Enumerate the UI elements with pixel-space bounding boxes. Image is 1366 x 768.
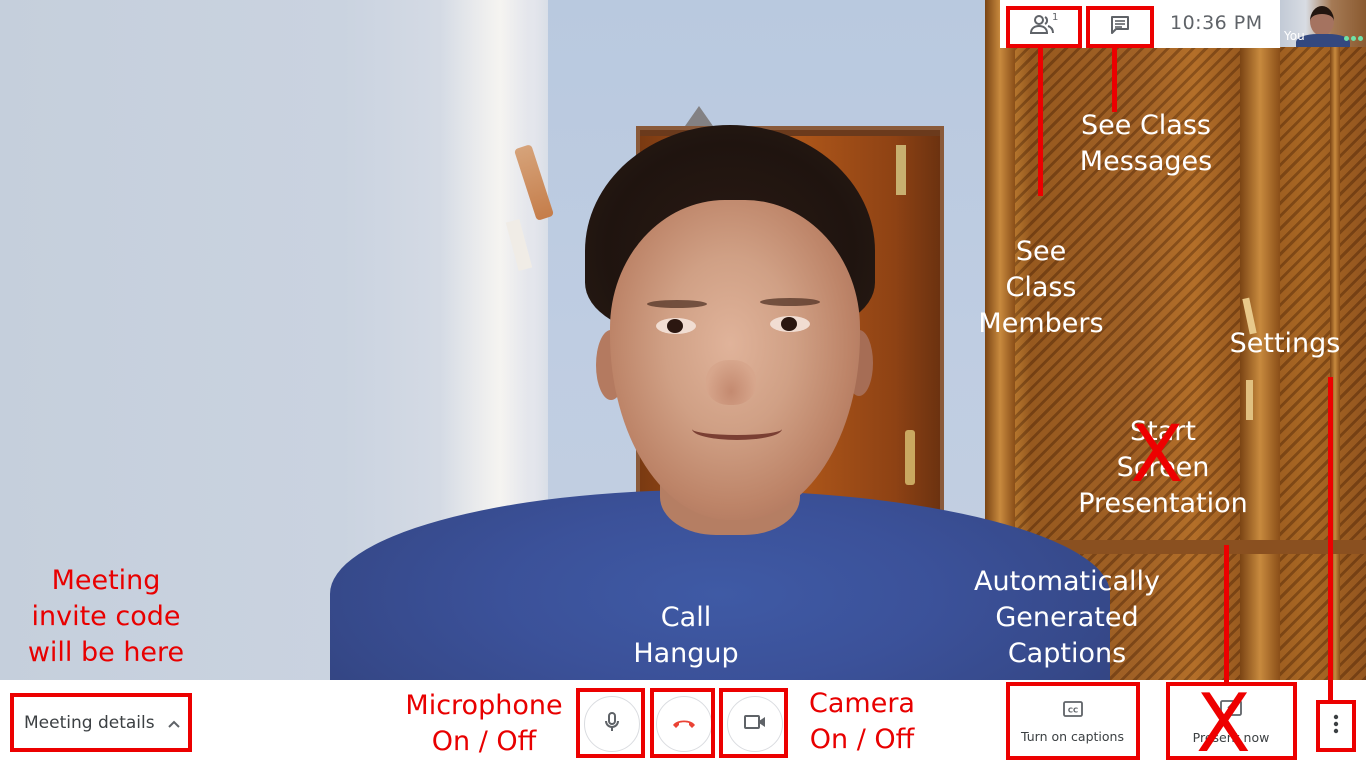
present-now-label: Present now [1192, 729, 1270, 745]
person-eyebrow [760, 298, 820, 306]
wardrobe-post [1330, 0, 1340, 680]
meeting-details-button[interactable]: Meeting details [12, 695, 190, 750]
turn-on-captions-label: Turn on captions [1021, 728, 1124, 744]
person-eye [656, 318, 696, 334]
phone-hangup-icon [671, 715, 697, 734]
more-options-button[interactable] [1318, 702, 1354, 750]
present-screen-icon [1219, 699, 1243, 723]
participants-button[interactable]: 1 [1008, 8, 1080, 46]
main-video-feed [0, 0, 1366, 680]
wardrobe-post [1240, 0, 1280, 680]
meeting-details-label: Meeting details [24, 712, 155, 733]
chevron-up-icon [167, 716, 181, 730]
chat-button[interactable] [1087, 8, 1153, 46]
person-nose [706, 360, 756, 405]
microphone-toggle-button[interactable] [584, 696, 640, 752]
self-view-tile[interactable]: You [1280, 0, 1366, 47]
turn-on-captions-button[interactable]: CC Turn on captions [1007, 684, 1138, 759]
person-eyebrow [647, 300, 707, 308]
videocam-icon [743, 713, 767, 735]
chat-icon [1109, 14, 1131, 40]
participants-count: 1 [1052, 12, 1059, 23]
closed-captions-icon: CC [1062, 700, 1084, 722]
three-dots-icon[interactable] [1344, 36, 1363, 41]
door-handle [905, 430, 915, 485]
person-mouth [692, 418, 782, 440]
wardrobe-handle [1246, 380, 1253, 420]
svg-text:CC: CC [1067, 706, 1077, 714]
self-view-face [1310, 6, 1334, 36]
camera-toggle-button[interactable] [727, 696, 783, 752]
more-vert-icon [1333, 714, 1339, 738]
frame-hook [685, 106, 713, 126]
self-view-label: You [1284, 29, 1305, 43]
hangup-button[interactable] [656, 696, 712, 752]
person-eye [770, 316, 810, 332]
microphone-icon [602, 710, 622, 738]
door-hinge [896, 145, 906, 195]
present-now-button[interactable]: Present now [1167, 684, 1295, 759]
clock: 10:36 PM [1170, 12, 1263, 34]
